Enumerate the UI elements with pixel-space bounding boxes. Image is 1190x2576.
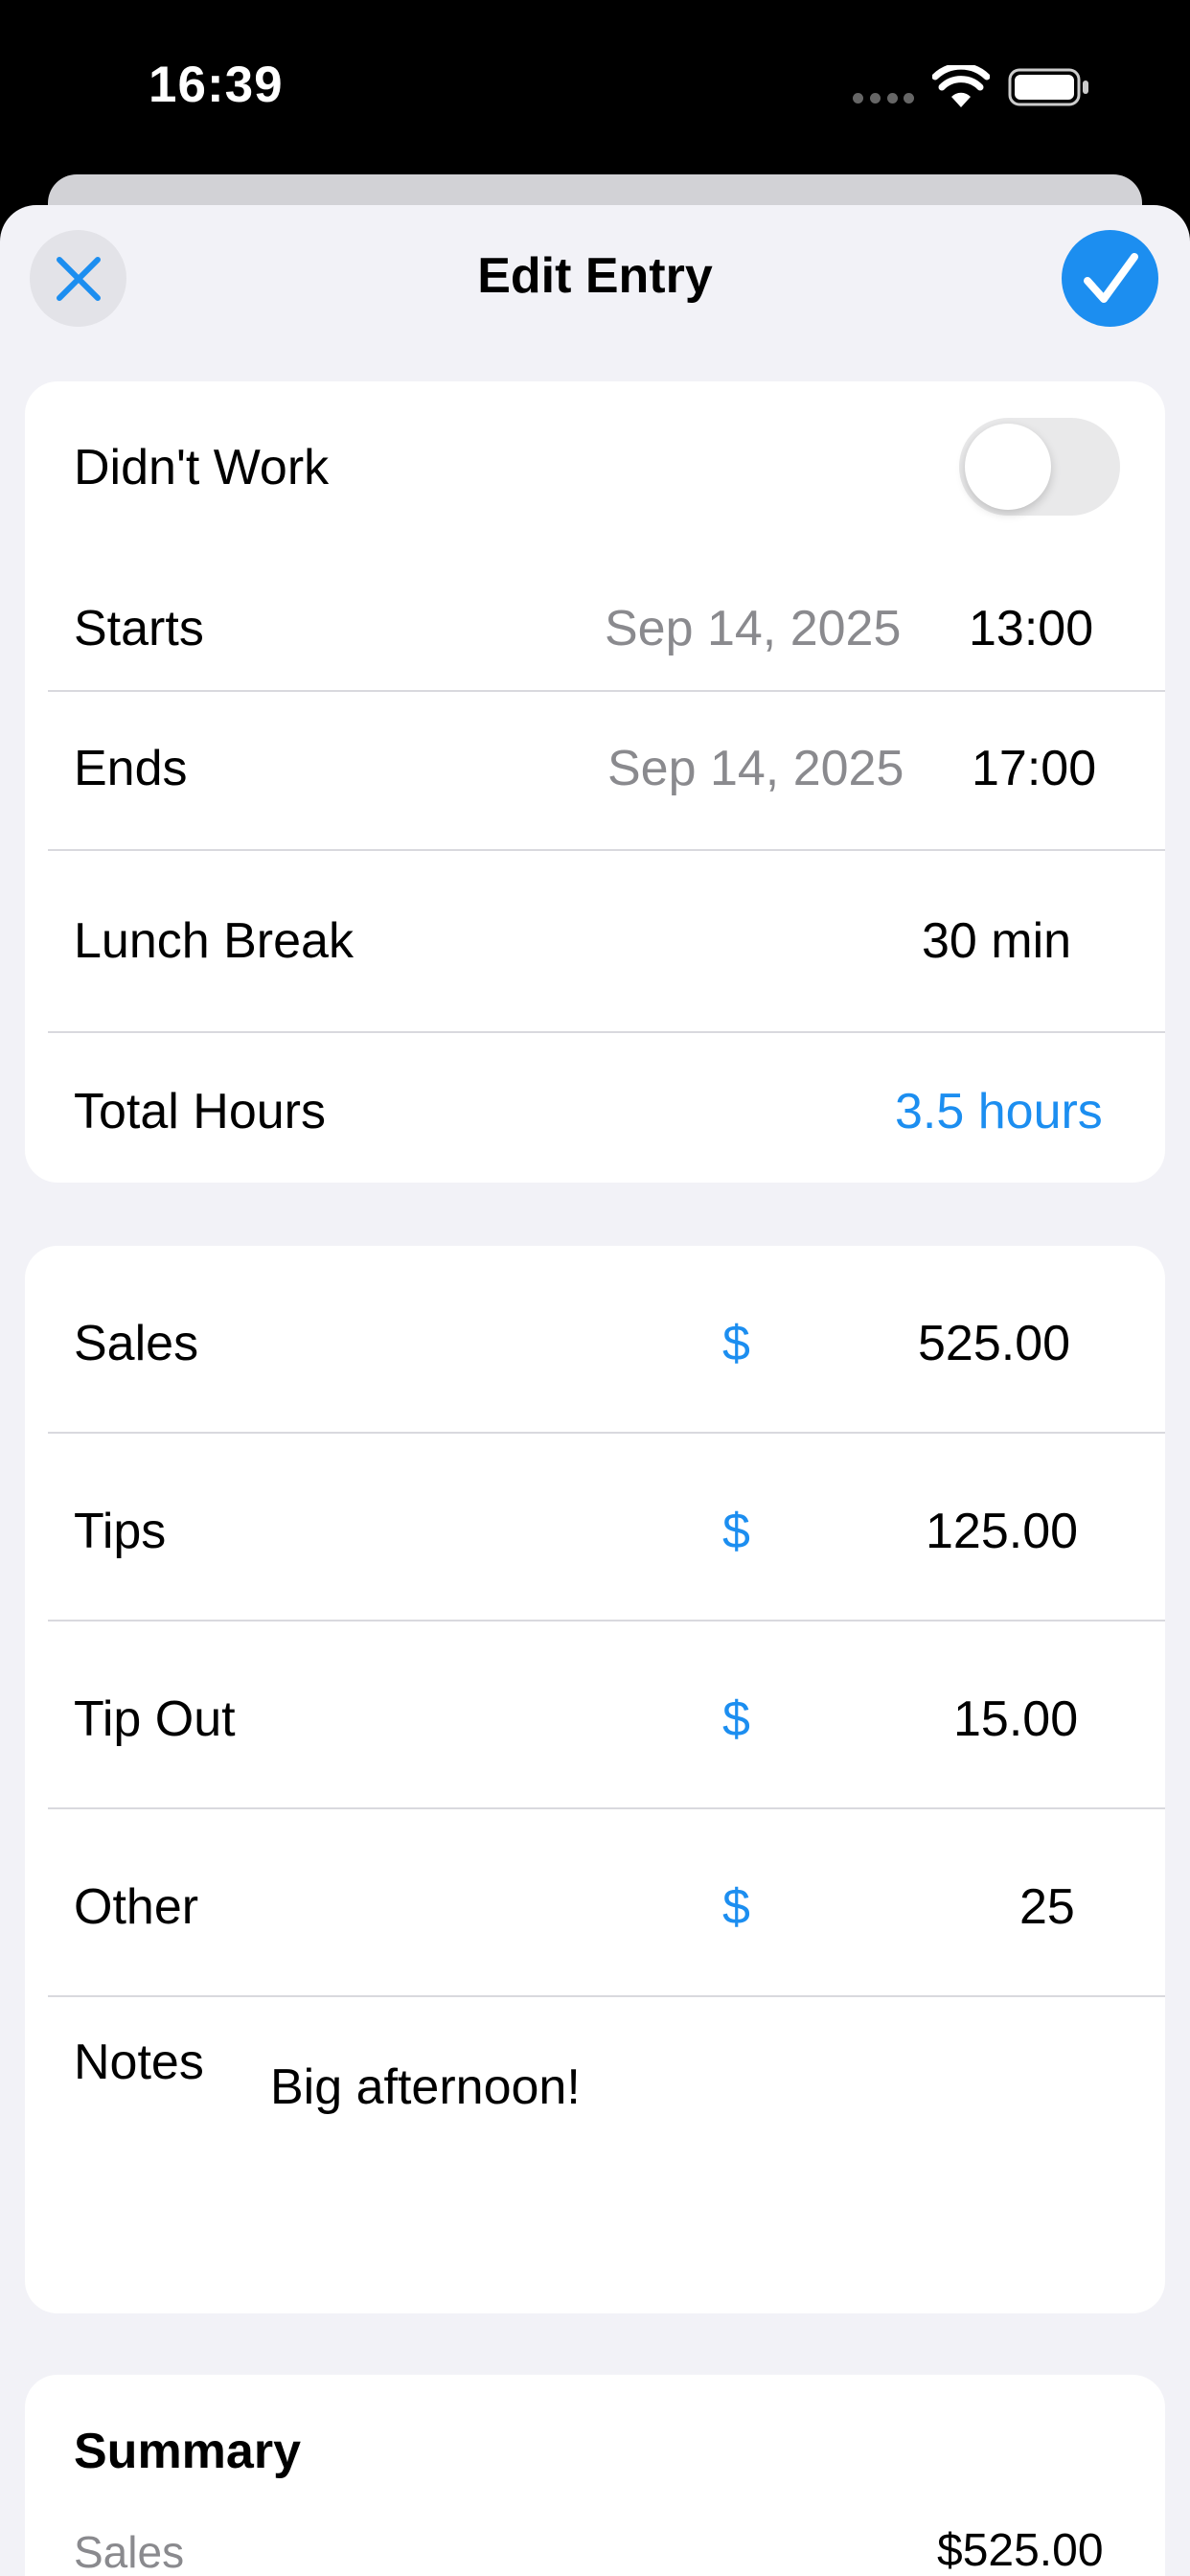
starts-label: Starts	[74, 601, 204, 656]
starts-row: Starts Sep 14, 2025 13:00	[25, 552, 1165, 713]
shift-card: Didn't Work Starts Sep 14, 2025 13:00 En…	[25, 381, 1165, 1183]
didnt-work-label: Didn't Work	[74, 440, 330, 495]
checkmark-icon	[1083, 252, 1138, 303]
currency-symbol: $	[722, 1691, 750, 1747]
other-input[interactable]: 25	[1019, 1878, 1075, 1936]
ends-row: Ends Sep 14, 2025 17:00	[25, 692, 1165, 851]
done-button[interactable]	[1062, 230, 1158, 327]
currency-symbol: $	[722, 1879, 750, 1935]
sales-label: Sales	[74, 1316, 199, 1371]
tip-out-input[interactable]: 15.00	[953, 1690, 1078, 1748]
lunch-break-label: Lunch Break	[74, 913, 354, 969]
other-row: Other $ 25	[25, 1809, 1165, 1997]
ends-date[interactable]: Sep 14, 2025	[607, 740, 904, 797]
tips-input[interactable]: 125.00	[926, 1503, 1078, 1560]
summary-sales-label: Sales	[74, 2527, 185, 2576]
tips-row: Tips $ 125.00	[25, 1434, 1165, 1622]
sales-row: Sales $ 525.00	[25, 1246, 1165, 1434]
total-hours-value: 3.5 hours	[895, 1084, 1103, 1139]
page-title: Edit Entry	[477, 248, 713, 304]
other-label: Other	[74, 1879, 199, 1935]
didnt-work-toggle[interactable]	[959, 418, 1120, 516]
lunch-break-value[interactable]: 30 min	[922, 912, 1071, 970]
total-hours-row: Total Hours 3.5 hours	[25, 1033, 1165, 1183]
notes-textarea[interactable]: Big afternoon!	[270, 2058, 581, 2116]
toggle-knob	[965, 424, 1051, 510]
lunch-break-row[interactable]: Lunch Break 30 min	[25, 851, 1165, 1033]
starts-time[interactable]: 13:00	[969, 600, 1093, 657]
edit-entry-sheet: Edit Entry Didn't Work Starts Sep 14, 20…	[0, 205, 1190, 2576]
summary-card: Summary Sales $525.00	[25, 2375, 1165, 2576]
summary-title: Summary	[74, 2424, 301, 2479]
starts-date[interactable]: Sep 14, 2025	[605, 600, 901, 657]
notes-row: Notes Big afternoon!	[25, 1997, 1165, 2313]
tips-label: Tips	[74, 1504, 167, 1559]
cellular-signal-icon	[853, 93, 914, 104]
tip-out-label: Tip Out	[74, 1691, 236, 1747]
currency-symbol: $	[722, 1504, 750, 1559]
battery-icon	[1008, 68, 1088, 106]
earnings-card: Sales $ 525.00 Tips $ 125.00 Tip Out $ 1…	[25, 1246, 1165, 2313]
summary-sales-value: $525.00	[937, 2525, 1104, 2576]
wifi-icon	[932, 65, 990, 107]
status-time: 16:39	[149, 57, 284, 113]
notes-label: Notes	[74, 2035, 204, 2090]
currency-symbol: $	[722, 1316, 750, 1371]
didnt-work-row: Didn't Work	[25, 381, 1165, 552]
status-bar: 16:39	[0, 0, 1190, 172]
ends-time[interactable]: 17:00	[972, 740, 1096, 797]
sales-input[interactable]: 525.00	[918, 1315, 1070, 1372]
total-hours-label: Total Hours	[74, 1084, 326, 1139]
ends-label: Ends	[74, 741, 188, 796]
tip-out-row: Tip Out $ 15.00	[25, 1622, 1165, 1809]
